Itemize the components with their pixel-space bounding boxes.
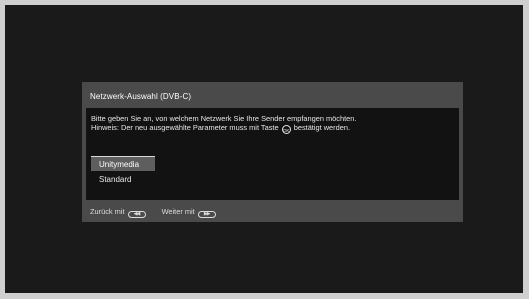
- instruction-line-2: Hinweis: Der neu ausgewählte Parameter m…: [91, 123, 356, 134]
- instruction-line-1: Bitte geben Sie an, von welchem Netzwerk…: [91, 114, 357, 123]
- next-label: Weiter mit: [161, 207, 195, 216]
- instructions: Bitte geben Sie an, von welchem Netzwerk…: [91, 114, 356, 134]
- network-option-unitymedia[interactable]: Unitymedia: [91, 156, 155, 171]
- network-selection-dialog: Netzwerk-Auswahl (DVB-C) Bitte geben Sie…: [82, 82, 463, 222]
- dialog-footer: Zurück mit ◀◀ Weiter mit ▶▶: [90, 207, 230, 218]
- network-option-standard[interactable]: Standard: [91, 172, 155, 187]
- dialog-title: Netzwerk-Auswahl (DVB-C): [90, 92, 192, 101]
- next-hint[interactable]: Weiter mit ▶▶: [162, 207, 216, 218]
- dialog-body: Bitte geben Sie an, von welchem Netzwerk…: [86, 108, 459, 200]
- fast-forward-key-icon: ▶▶: [197, 211, 216, 218]
- instruction-confirm-text: bestätigt werden.: [293, 123, 351, 132]
- back-hint[interactable]: Zurück mit ◀◀: [90, 207, 146, 218]
- rewind-key-icon: ◀◀: [127, 211, 146, 218]
- back-label: Zurück mit: [90, 207, 125, 216]
- ok-key-icon: OK: [281, 125, 291, 134]
- instruction-hint-text: Hinweis: Der neu ausgewählte Parameter m…: [91, 123, 279, 132]
- tv-screen: Netzwerk-Auswahl (DVB-C) Bitte geben Sie…: [5, 5, 523, 293]
